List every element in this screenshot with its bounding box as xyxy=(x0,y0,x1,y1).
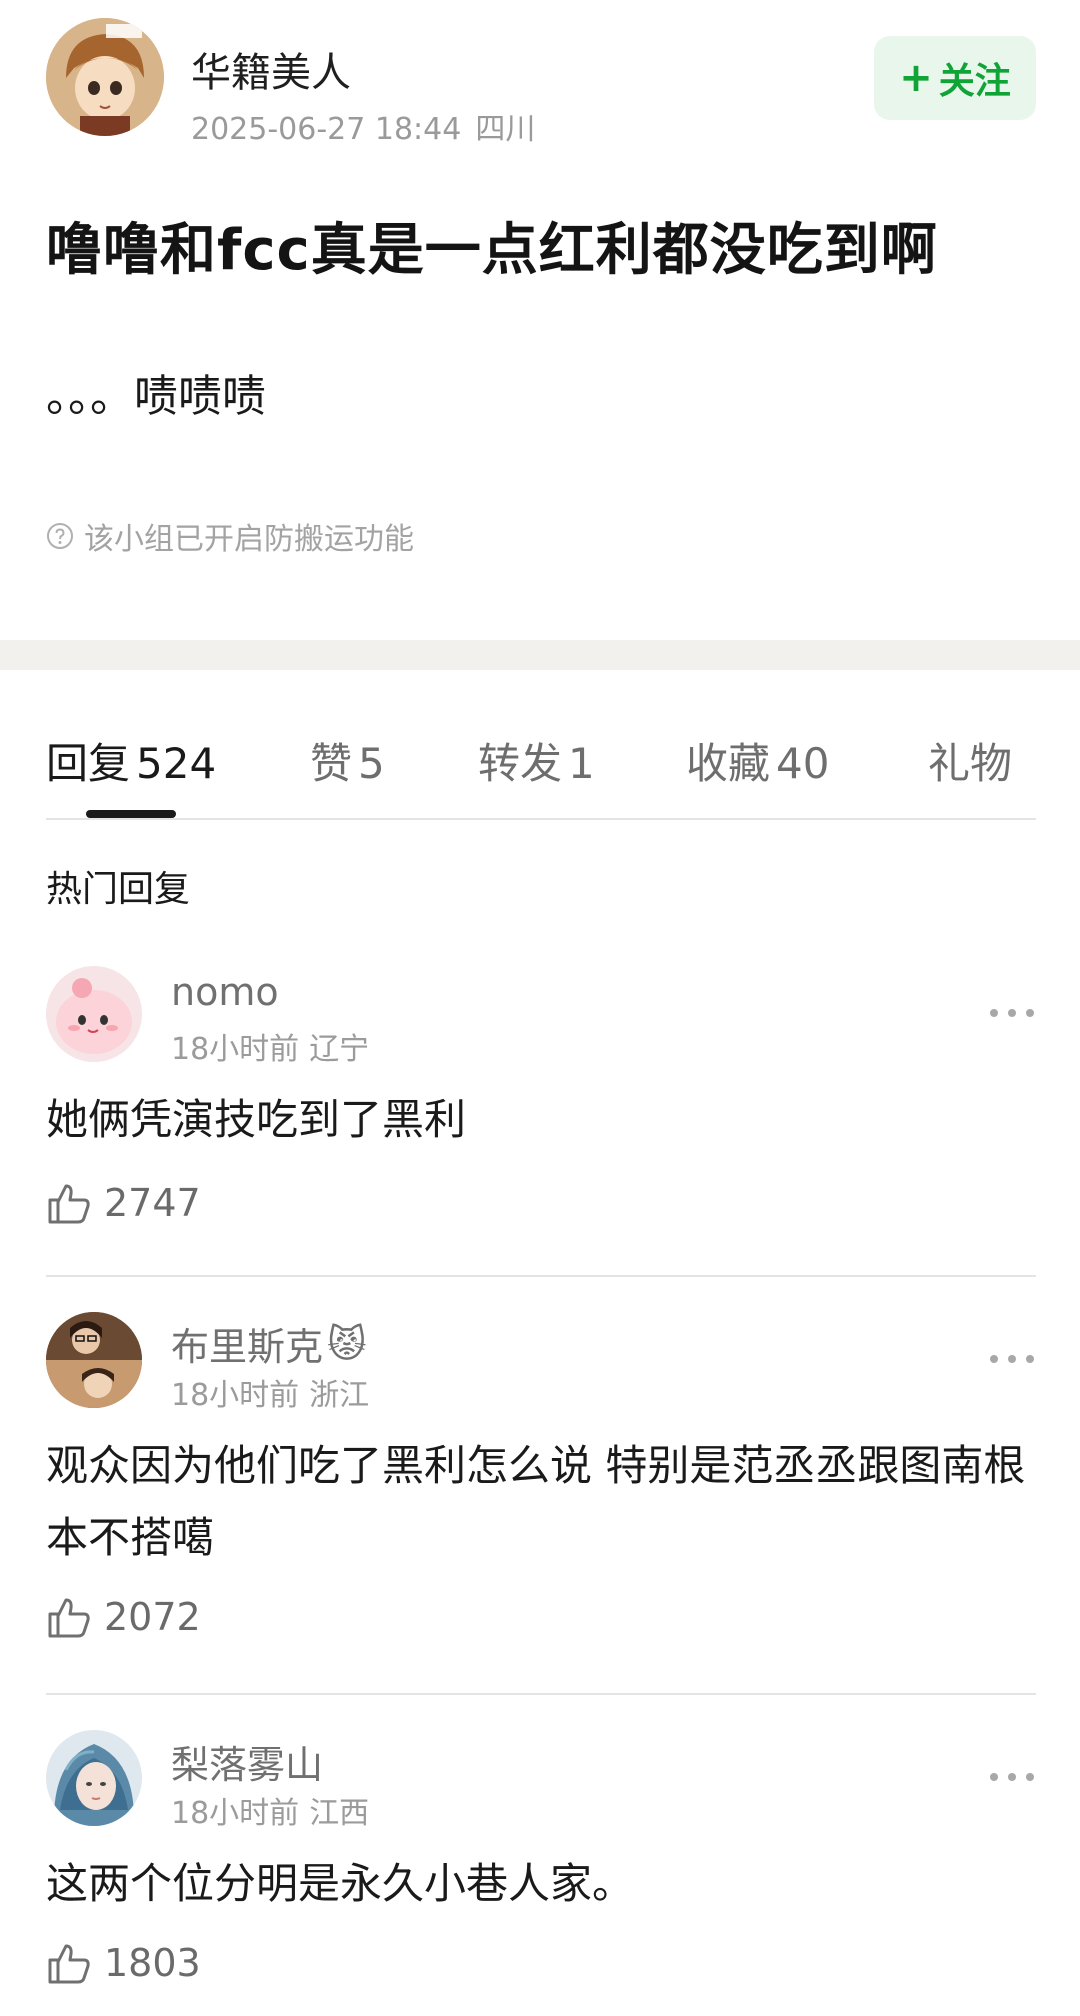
comment-divider xyxy=(46,1275,1036,1277)
comment-item: 布里斯克 😾 18小时前 浙江 观众因为他们吃了黑利怎么说 特别是范丞丞跟图南根本不… xyxy=(46,1312,1036,1652)
comment-time: 18小时前 xyxy=(171,1378,300,1413)
post-body: 。。。啧啧啧 xyxy=(46,371,266,422)
tabs-divider xyxy=(46,818,1036,820)
tab-label: 回复 xyxy=(46,739,131,788)
tab-count: 524 xyxy=(136,739,217,788)
thumbs-up-icon xyxy=(48,1944,90,1984)
comment-text: 观众因为他们吃了黑利怎么说 特别是范丞丞跟图南根本不搭噶 xyxy=(46,1441,1026,1562)
tab-favorites[interactable]: 收藏 40 xyxy=(686,730,829,791)
section-separator xyxy=(0,640,1080,670)
illustrated-girl-avatar-icon xyxy=(46,1730,142,1826)
comment-location: 辽宁 xyxy=(309,1032,370,1067)
like-count: 2747 xyxy=(104,1181,201,1225)
like-count: 2072 xyxy=(104,1595,201,1639)
author-name[interactable]: 华籍美人 xyxy=(191,40,351,98)
comment-meta: 18小时前 辽宁 xyxy=(171,1024,369,1068)
tab-count: 1 xyxy=(568,739,595,788)
comment-item: nomo 18小时前 辽宁 她俩凭演技吃到了黑利 2747 xyxy=(46,966,1036,1236)
thumbs-up-icon xyxy=(48,1598,90,1638)
follow-button[interactable]: + 关注 xyxy=(874,36,1036,120)
anti-repost-notice[interactable]: 该小组已开启防搬运功能 xyxy=(46,514,414,558)
tab-count: 5 xyxy=(358,739,385,788)
tab-likes[interactable]: 赞5 xyxy=(310,730,385,791)
comment-divider xyxy=(46,1693,1036,1695)
pink-blob-avatar-icon xyxy=(46,966,142,1062)
tab-label: 礼物 xyxy=(928,739,1013,788)
comment-location: 浙江 xyxy=(309,1378,370,1413)
interaction-tabs: 回复 524 赞5 转发 1 收藏 40 礼物 xyxy=(46,722,1036,818)
post-location: 四川 xyxy=(475,112,536,147)
commenter-name-text: 布里斯克 xyxy=(171,1325,324,1369)
thumbs-up-icon xyxy=(48,1184,90,1224)
commenter-name[interactable]: 梨落雾山 xyxy=(171,1734,323,1789)
comment-location: 江西 xyxy=(309,1796,370,1831)
photo-collage-avatar-icon xyxy=(46,1312,142,1408)
commenter-name[interactable]: nomo xyxy=(171,970,279,1014)
commenter-name-text: nomo xyxy=(171,970,279,1014)
commenter-name-text: 梨落雾山 xyxy=(171,1743,324,1787)
notice-text: 该小组已开启防搬运功能 xyxy=(84,522,414,557)
hot-replies-heading: 热门回复 xyxy=(46,869,191,910)
tab-label: 收藏 xyxy=(686,739,771,788)
cartoon-girl-avatar-icon xyxy=(46,18,164,136)
post-date: 2025-06-27 18:44 xyxy=(191,112,462,147)
like-button[interactable]: 2747 xyxy=(46,1180,201,1226)
more-options-icon[interactable] xyxy=(988,1006,1036,1020)
comment-item: 梨落雾山 18小时前 江西 这两个位分明是永久小巷人家。 1803 xyxy=(46,1730,1036,2000)
tab-reposts[interactable]: 转发 1 xyxy=(478,730,595,791)
tab-label: 转发 xyxy=(478,739,563,788)
like-button[interactable]: 2072 xyxy=(46,1594,201,1640)
comment-time: 18小时前 xyxy=(171,1032,300,1067)
comment-meta: 18小时前 浙江 xyxy=(171,1370,369,1414)
commenter-avatar[interactable] xyxy=(46,1312,142,1408)
tab-label: 赞 xyxy=(310,739,353,788)
post-title: 噜噜和fcc真是一点红利都没吃到啊 xyxy=(46,218,938,283)
post-meta: 2025-06-27 18:44 四川 xyxy=(191,104,535,148)
comment-text: 这两个位分明是永久小巷人家。 xyxy=(46,1859,635,1908)
plus-icon: + xyxy=(899,55,933,101)
post-detail-page: 华籍美人 2025-06-27 18:44 四川 + 关注 噜噜和fcc真是一点红… xyxy=(0,0,1080,2016)
question-circle-icon xyxy=(47,523,73,549)
tab-count: 40 xyxy=(776,739,830,788)
comment-text: 她俩凭演技吃到了黑利 xyxy=(46,1095,467,1144)
author-avatar[interactable] xyxy=(46,18,164,136)
tab-gifts[interactable]: 礼物 xyxy=(928,730,1012,791)
like-button[interactable]: 1803 xyxy=(46,1940,201,1986)
commenter-avatar[interactable] xyxy=(46,966,142,1062)
more-options-icon[interactable] xyxy=(988,1770,1036,1784)
author-header: 华籍美人 2025-06-27 18:44 四川 + 关注 xyxy=(46,18,1036,147)
active-tab-indicator xyxy=(86,810,176,818)
commenter-name[interactable]: 布里斯克 😾 xyxy=(171,1316,367,1371)
like-count: 1803 xyxy=(104,1941,201,1985)
tab-replies[interactable]: 回复 524 xyxy=(46,730,216,791)
commenter-avatar[interactable] xyxy=(46,1730,142,1826)
comment-meta: 18小时前 江西 xyxy=(171,1788,369,1832)
follow-label: 关注 xyxy=(938,61,1011,102)
angry-cat-emoji-icon: 😾 xyxy=(327,1321,367,1366)
comment-time: 18小时前 xyxy=(171,1796,300,1831)
more-options-icon[interactable] xyxy=(988,1352,1036,1366)
